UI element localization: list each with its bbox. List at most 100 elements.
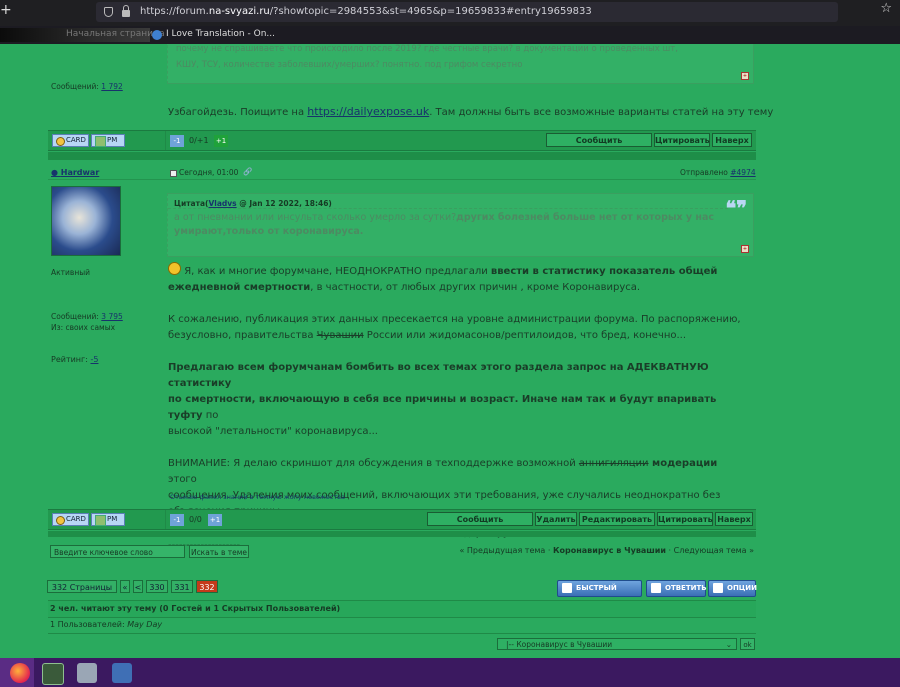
page-330[interactable]: 330 bbox=[146, 580, 168, 593]
quote-author-link[interactable]: Vladvs bbox=[208, 199, 236, 208]
delete-button[interactable]: Удалить bbox=[535, 512, 577, 526]
forum-jump-select[interactable]: |-- Коронавирус в Чувашии ⌄ bbox=[497, 638, 737, 650]
avatar[interactable] bbox=[51, 186, 121, 256]
current-topic[interactable]: Коронавирус в Чувашии bbox=[553, 546, 666, 555]
vote-up-button[interactable]: +1 bbox=[214, 135, 228, 147]
options-button[interactable]: ОПЦИИ bbox=[708, 580, 757, 597]
top-button[interactable]: Наверх bbox=[712, 133, 752, 147]
card-button[interactable]: CARD bbox=[52, 134, 89, 147]
calculator-icon[interactable] bbox=[112, 663, 132, 683]
prev-topic-link[interactable]: « Предыдущая тема bbox=[459, 546, 545, 555]
explorer-icon[interactable] bbox=[77, 663, 97, 683]
task-manager-icon[interactable] bbox=[42, 663, 64, 685]
quote-expand-icon[interactable]: + bbox=[741, 245, 749, 253]
vote-down-button[interactable]: -1 bbox=[170, 514, 184, 526]
firefox-icon[interactable] bbox=[10, 663, 30, 683]
post-separator bbox=[48, 531, 756, 537]
lock-icon[interactable] bbox=[122, 5, 130, 17]
reader-user-link[interactable]: May Day bbox=[127, 620, 162, 629]
browser-toolbar: + https://forum.na-svyazi.ru/?showtopic=… bbox=[0, 0, 900, 26]
url-text[interactable]: https://forum.na-svyazi.ru/?showtopic=29… bbox=[140, 2, 592, 22]
next-topic-link[interactable]: Следующая тема » bbox=[674, 546, 754, 555]
dailyexpose-link[interactable]: https://dailyexpose.uk bbox=[307, 105, 429, 118]
readers-title: 2 чел. читают эту тему (0 Гостей и 1 Скр… bbox=[50, 604, 341, 613]
post-count: Сообщений: 3 795 bbox=[51, 312, 123, 321]
report-moderator-button[interactable]: Сообщить модератору bbox=[546, 133, 652, 159]
entry-id-link[interactable]: #4974 bbox=[730, 168, 755, 177]
p4-text-c: этого bbox=[168, 474, 197, 485]
p1-text-a: Я, как и многие форумчане, НЕОДНОКРАТНО … bbox=[184, 266, 491, 277]
posts-count-link[interactable]: 1 792 bbox=[101, 82, 122, 91]
p4-text-a: ВНИМАНИЕ: Я делаю скриншот для обсуждени… bbox=[168, 458, 579, 469]
page-331[interactable]: 331 bbox=[171, 580, 193, 593]
taskbar bbox=[0, 658, 900, 687]
search-input[interactable]: Введите ключевое слово bbox=[50, 545, 185, 558]
member-from: Из: своих самых bbox=[51, 323, 116, 332]
post-header: ● Hardwar Сегодня, 01:00 🔗 Отправлено #4… bbox=[48, 165, 756, 180]
quote-marks-icon: ❝❞ bbox=[725, 196, 747, 220]
quote-header: Цитата(Vladvs @ Jan 12 2022, 18:46) bbox=[174, 199, 332, 208]
pm-button[interactable]: PM bbox=[91, 134, 125, 147]
chevron-down-icon: ⌄ bbox=[725, 640, 732, 649]
p1-bold-b: ввести в статистику показатель общей bbox=[490, 266, 718, 277]
prev-quote-line2: КШУ, ТСУ, количестве заболевших/умерших?… bbox=[176, 60, 523, 70]
forum-jump-ok-button[interactable]: ok bbox=[740, 638, 755, 650]
p2-text-c: России или жидомасонов/рептилоидов, что … bbox=[363, 330, 687, 341]
pm-button[interactable]: PM bbox=[91, 513, 125, 526]
first-page-button[interactable]: « bbox=[120, 580, 130, 593]
nav-dot: · bbox=[665, 546, 674, 555]
bookmarks-bar: Начальная страница I Love Translation - … bbox=[0, 26, 900, 44]
topic-navigation: « Предыдущая тема · Коронавирус в Чуваши… bbox=[459, 546, 754, 555]
report-moderator-button[interactable]: Сообщить модератору bbox=[427, 512, 533, 538]
forum-jump-value: |-- Коронавирус в Чувашии bbox=[506, 640, 613, 649]
shield-icon[interactable] bbox=[104, 7, 113, 17]
quote-expand-icon[interactable]: + bbox=[741, 72, 749, 80]
vote-up-button[interactable]: +1 bbox=[208, 514, 222, 526]
author-name: Hardwar bbox=[60, 168, 100, 177]
p1-bold-c: ежедневной смертности bbox=[168, 282, 311, 293]
quote-date: @ Jan 12 2022, 18:46) bbox=[236, 199, 332, 208]
page-count[interactable]: 332 Страницы bbox=[47, 580, 117, 593]
forum-page: почему не спрашиваете что происходило по… bbox=[0, 44, 900, 658]
url-rest: /?showtopic=2984553&st=4965&p=19659833#e… bbox=[269, 6, 592, 17]
bookmark-star-icon[interactable]: ☆ bbox=[880, 1, 892, 16]
vote-down-button[interactable]: -1 bbox=[170, 135, 184, 147]
paragraph-3: Предлагаю всем форумчанам бомбить во все… bbox=[168, 360, 748, 440]
search-topic-button[interactable]: Искать в теме bbox=[189, 545, 249, 558]
bookmark-ilovetranslation[interactable]: I Love Translation - On... bbox=[166, 29, 275, 39]
post-icon bbox=[170, 170, 177, 177]
link-icon[interactable]: 🔗 bbox=[243, 167, 252, 176]
p2-text-a: К сожалению, публикация этих данных прес… bbox=[168, 314, 741, 325]
prev-quote-block: почему не спрашиваете что происходило по… bbox=[167, 44, 754, 84]
top-button[interactable]: Наверх bbox=[715, 512, 753, 526]
prev-post-count: Сообщений: 1 792 bbox=[51, 82, 123, 91]
card-button[interactable]: CARD bbox=[52, 513, 89, 526]
edit-button[interactable]: Редактировать bbox=[579, 512, 655, 526]
address-bar[interactable]: https://forum.na-svyazi.ru/?showtopic=29… bbox=[96, 2, 838, 22]
posts-label: Сообщений: bbox=[51, 82, 99, 91]
bookmark-start-page[interactable]: Начальная страница bbox=[66, 29, 165, 39]
quote-text: а от пневмании или инсульта сколько умер… bbox=[174, 211, 714, 239]
p3-bold-a: Предлагаю всем форумчанам бомбить во все… bbox=[168, 362, 709, 389]
post-actions-bar: CARD PM -1 0/0 +1 Сообщить модератору Уд… bbox=[48, 509, 756, 538]
page-current: 332 bbox=[196, 580, 218, 593]
posts-count-link[interactable]: 3 795 bbox=[101, 312, 122, 321]
p3-bold-b: по смертности, включающую в себя все при… bbox=[168, 394, 717, 421]
p4-strike: аннигиляции bbox=[578, 458, 649, 469]
post-sent: Отправлено #4974 bbox=[680, 168, 756, 177]
nav-dot: · bbox=[545, 546, 553, 555]
readers-users: 1 Пользователей: May Day bbox=[50, 620, 162, 629]
rating-value[interactable]: -5 bbox=[90, 355, 98, 364]
quote-button[interactable]: Цитировать bbox=[657, 512, 713, 526]
prev-page-button[interactable]: < bbox=[133, 580, 143, 593]
smiley-icon bbox=[168, 262, 181, 275]
quote-text-2: умирают,только от коронавируса. bbox=[174, 226, 364, 237]
author-link[interactable]: ● Hardwar bbox=[51, 168, 99, 177]
fast-reply-button[interactable]: БЫСТРЫЙ ОТВЕТ bbox=[557, 580, 642, 607]
new-tab-icon[interactable]: + bbox=[0, 2, 12, 18]
rating-label: Рейтинг: bbox=[51, 355, 88, 364]
quote-button[interactable]: Цитировать bbox=[654, 133, 710, 147]
paragraph-2: К сожалению, публикация этих данных прес… bbox=[168, 312, 748, 344]
sent-label: Отправлено bbox=[680, 168, 728, 177]
reply-button[interactable]: ОТВЕТИТЬ bbox=[646, 580, 707, 597]
